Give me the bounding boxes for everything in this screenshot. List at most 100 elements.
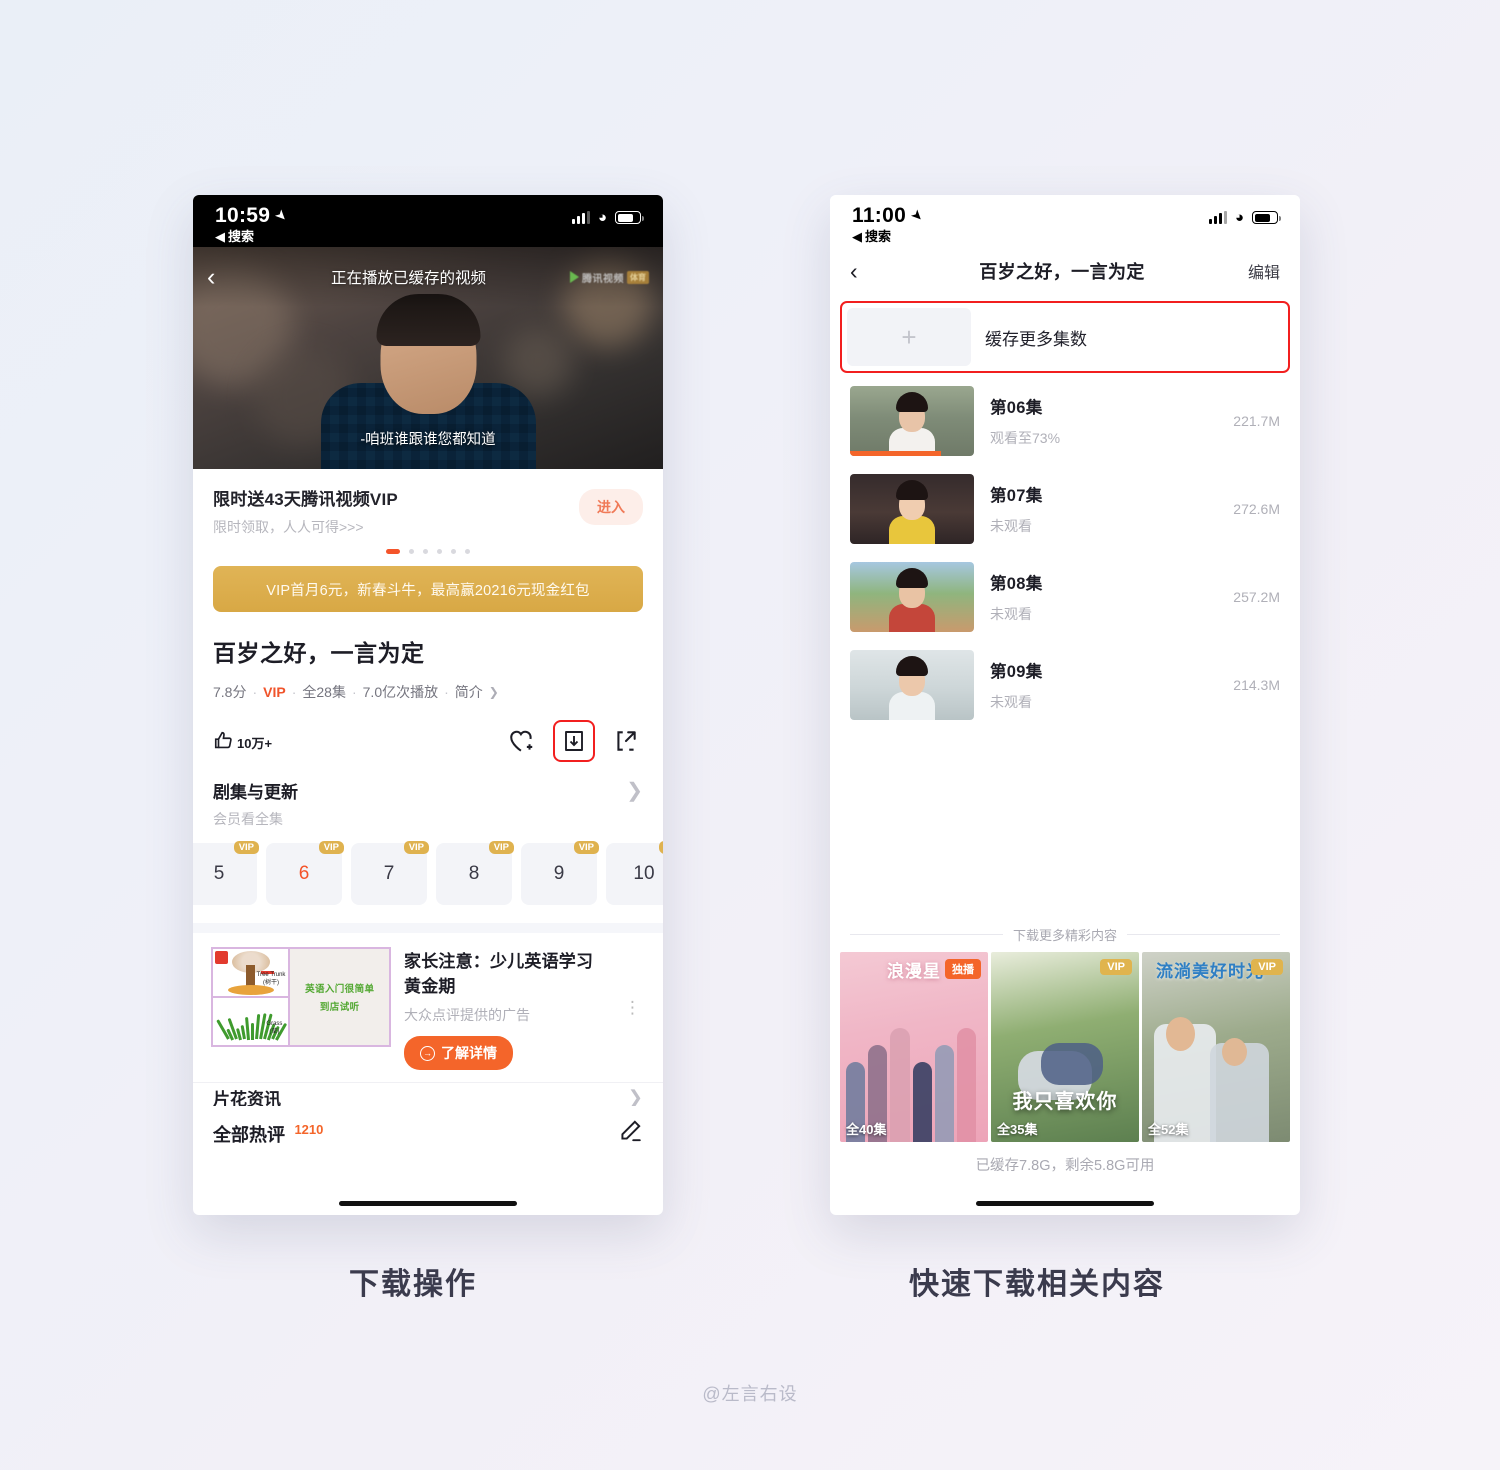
show-title: 百岁之好，一言为定 bbox=[213, 634, 643, 668]
status-time: 11:00 ➤ bbox=[852, 205, 923, 226]
episode-thumbnail[interactable] bbox=[850, 386, 974, 456]
section-divider bbox=[193, 923, 663, 933]
cache-more-row[interactable]: + 缓存更多集数 bbox=[840, 301, 1290, 373]
comments-count: 1210 bbox=[294, 1122, 323, 1137]
table-row[interactable]: 第09集 未观看 214.3M bbox=[830, 641, 1300, 729]
status-back-label: 搜索 bbox=[865, 230, 891, 243]
poster-card[interactable]: 浪漫星 独播 全40集 bbox=[840, 952, 988, 1142]
vip-badge: VIP bbox=[489, 841, 514, 854]
player-back-button[interactable]: ‹ bbox=[207, 265, 247, 290]
table-row[interactable]: 第07集 未观看 272.6M bbox=[830, 465, 1300, 553]
recommended-poster-list[interactable]: 浪漫星 独播 全40集 我只喜欢你 VIP 全35集 流淌美好时光 VIP 全52集 bbox=[830, 944, 1300, 1142]
table-row[interactable]: 第08集 未观看 257.2M bbox=[830, 553, 1300, 641]
battery-icon bbox=[615, 211, 641, 224]
watch-progress-bar bbox=[850, 451, 941, 456]
caption-right: 快速下载相关内容 bbox=[909, 1259, 1165, 1303]
poster-episode-count: 全35集 bbox=[997, 1119, 1037, 1138]
poster-title: 我只喜欢你 bbox=[991, 1091, 1139, 1114]
poster-badge: VIP bbox=[1251, 959, 1283, 975]
ad-label-tree-cn: (树干) bbox=[257, 980, 286, 988]
vip-gold-banner[interactable]: VIP首月6元，新春斗牛，最高赢20216元现金红包 bbox=[213, 566, 643, 612]
episode-thumbnail[interactable] bbox=[850, 650, 974, 720]
promo-title: 限时送43天腾讯视频VIP bbox=[213, 485, 569, 510]
show-play-count: 7.0亿次播放 bbox=[363, 682, 438, 702]
status-back-to-search[interactable]: ◀ 搜索 bbox=[852, 230, 923, 243]
episode-thumbnail[interactable] bbox=[850, 562, 974, 632]
downloaded-episode-list[interactable]: 第06集 观看至73% 221.7M 第07集 未观看 272.6M 第08集 未观看 257.… bbox=[830, 373, 1300, 729]
promo-subtitle: 限时领取，人人可得>>> bbox=[213, 517, 569, 537]
download-icon bbox=[562, 729, 586, 753]
thumbs-up-icon bbox=[213, 730, 235, 752]
location-arrow-icon: ➤ bbox=[909, 206, 927, 224]
player-top-bar: ‹ 正在播放已缓存的视频 腾讯视频 体育 bbox=[193, 247, 663, 307]
triangle-left-icon: ◀ bbox=[215, 230, 225, 243]
navigation-bar: ‹ 百岁之好，一言为定 编辑 bbox=[830, 247, 1300, 295]
episode-chip[interactable]: 5 VIP bbox=[193, 843, 257, 905]
edit-button[interactable]: 编辑 bbox=[1234, 259, 1280, 283]
poster-badge: VIP bbox=[1100, 959, 1132, 975]
page-title: 百岁之好，一言为定 bbox=[890, 258, 1234, 284]
poster-card[interactable]: 流淌美好时光 VIP 全52集 bbox=[1142, 952, 1290, 1142]
recommend-divider-label: 下载更多精彩内容 bbox=[1013, 925, 1117, 944]
status-back-label: 搜索 bbox=[228, 230, 254, 243]
table-row[interactable]: 第06集 观看至73% 221.7M bbox=[830, 377, 1300, 465]
episode-title: 第08集 bbox=[990, 570, 1217, 594]
video-player[interactable]: ‹ 正在播放已缓存的视频 腾讯视频 体育 -咱班谁跟谁您都知道 bbox=[193, 247, 663, 469]
caption-left: 下载操作 bbox=[349, 1259, 477, 1303]
poster-card[interactable]: 我只喜欢你 VIP 全35集 bbox=[991, 952, 1139, 1142]
episode-chip[interactable]: 6 VIP bbox=[266, 843, 342, 905]
episode-chip[interactable]: 7 VIP bbox=[351, 843, 427, 905]
show-meta: 7.8分 · VIP · 全28集 · 7.0亿次播放 · 简介 ❯ bbox=[213, 682, 643, 702]
episode-title: 第06集 bbox=[990, 394, 1217, 418]
ad-title: 家长注意：少儿英语学习黄金期 bbox=[404, 947, 607, 997]
episode-status: 未观看 bbox=[990, 516, 1217, 536]
page-root: 10:59 ➤ ◀ 搜索 ◕ ‹ 正在播放已缓存的视频 腾讯视频 体育 -咱班谁… bbox=[0, 0, 1500, 1470]
share-icon bbox=[613, 728, 639, 754]
carousel-dots[interactable] bbox=[193, 543, 663, 566]
more-vertical-icon[interactable]: ⋮ bbox=[620, 1003, 645, 1013]
status-bar-right: 11:00 ➤ ◀ 搜索 ◕ bbox=[830, 195, 1300, 247]
episode-chip[interactable]: 9 VIP bbox=[521, 843, 597, 905]
favorite-button[interactable] bbox=[505, 724, 539, 758]
episode-size: 214.3M bbox=[1233, 677, 1280, 693]
comments-header: 全部热评 1210 bbox=[193, 1106, 663, 1149]
show-rating: 7.8分 bbox=[213, 682, 246, 702]
write-comment-button[interactable] bbox=[617, 1118, 643, 1149]
episode-thumbnail[interactable] bbox=[850, 474, 974, 544]
status-time-text: 10:59 bbox=[215, 205, 270, 226]
episodes-section-header[interactable]: 剧集与更新 会员看全集 ❯ bbox=[193, 762, 663, 829]
poster-episode-count: 全52集 bbox=[1148, 1119, 1188, 1138]
episode-chip[interactable]: 8 VIP bbox=[436, 843, 512, 905]
heart-plus-icon bbox=[508, 728, 536, 754]
advertisement[interactable]: Tree Trunk (树干) Grass (草) 英语入门很简单 到店试听 家… bbox=[193, 933, 663, 1082]
video-subtitle: -咱班谁跟谁您都知道 bbox=[193, 428, 663, 449]
chevron-right-icon[interactable]: ❯ bbox=[626, 778, 643, 803]
ad-thumb-text-2: 到店试听 bbox=[320, 999, 360, 1013]
episode-size: 272.6M bbox=[1233, 501, 1280, 517]
poster-episode-count: 全40集 bbox=[846, 1119, 886, 1138]
promo-banner[interactable]: 限时送43天腾讯视频VIP 限时领取，人人可得>>> 进入 bbox=[193, 469, 663, 543]
triangle-left-icon: ◀ bbox=[852, 230, 862, 243]
battery-icon bbox=[1252, 211, 1278, 224]
download-button[interactable] bbox=[553, 720, 595, 762]
home-indicator bbox=[976, 1201, 1154, 1206]
vip-badge: VIP bbox=[574, 841, 599, 854]
back-button[interactable]: ‹ bbox=[850, 258, 890, 285]
chevron-right-icon[interactable]: ❯ bbox=[628, 1087, 643, 1106]
status-back-to-search[interactable]: ◀ 搜索 bbox=[215, 230, 287, 243]
like-button[interactable]: 10万+ bbox=[213, 730, 272, 752]
plus-icon[interactable]: + bbox=[847, 308, 971, 366]
wifi-icon: ◕ bbox=[1235, 210, 1244, 225]
show-intro-link[interactable]: 简介 bbox=[455, 682, 483, 702]
ad-label-grass-cn: (草) bbox=[266, 1029, 282, 1037]
poster-badge: 独播 bbox=[945, 959, 981, 979]
phone-mockup-right: 11:00 ➤ ◀ 搜索 ◕ ‹ 百岁之好，一言为定 编辑 + 缓存更多集数 第… bbox=[830, 195, 1300, 1215]
ad-cta-button[interactable]: → 了解详情 bbox=[404, 1036, 513, 1070]
share-button[interactable] bbox=[609, 724, 643, 758]
news-row[interactable]: 片花资讯 ❯ bbox=[193, 1082, 663, 1106]
episode-chip-list[interactable]: 5VIP6VIP7VIP8VIP9VIP10VIP1 bbox=[193, 829, 663, 905]
episode-chip[interactable]: 10VIP bbox=[606, 843, 663, 905]
episode-size: 221.7M bbox=[1233, 413, 1280, 429]
arrow-circle-icon: → bbox=[420, 1046, 435, 1061]
promo-enter-button[interactable]: 进入 bbox=[579, 489, 643, 525]
